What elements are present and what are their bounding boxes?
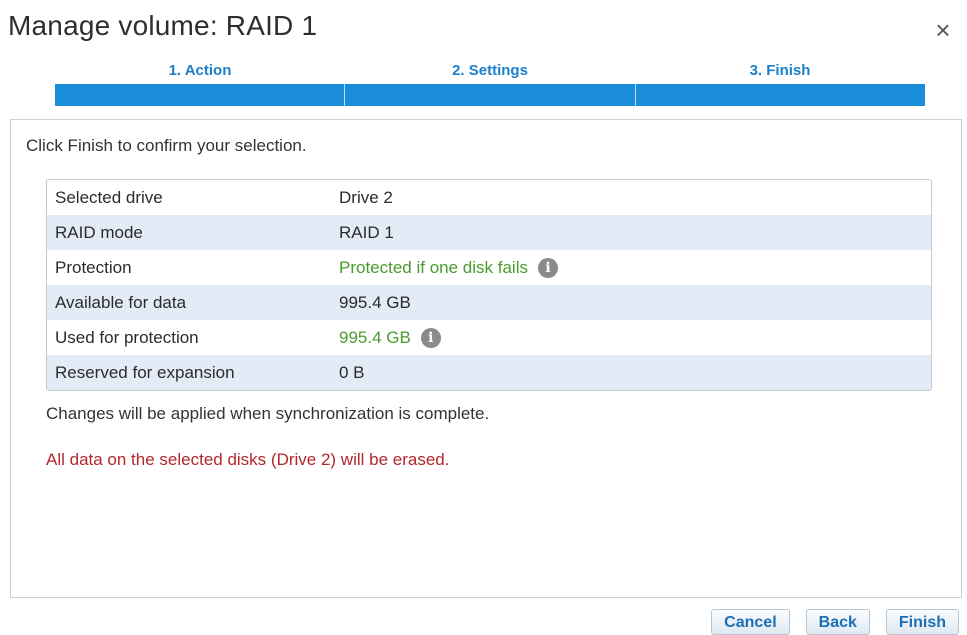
row-value-container: Protected if one disk fails i bbox=[339, 257, 558, 278]
row-label: Available for data bbox=[55, 292, 187, 312]
step-settings-label: 2. Settings bbox=[452, 62, 528, 79]
row-value-container: 995.4 GB i bbox=[339, 327, 441, 348]
step-finish-label: 3. Finish bbox=[749, 62, 811, 79]
step-action-progress bbox=[55, 84, 346, 106]
row-label: Used for protection bbox=[55, 327, 199, 347]
row-label: Selected drive bbox=[55, 187, 163, 207]
row-value: Drive 2 bbox=[339, 187, 393, 207]
table-row: Available for data 995.4 GB bbox=[47, 285, 931, 320]
cancel-button[interactable]: Cancel bbox=[711, 609, 790, 635]
erase-warning: All data on the selected disks (Drive 2)… bbox=[46, 450, 450, 469]
row-value: 995.4 GB bbox=[339, 327, 411, 347]
wizard-steps: 1. Action 2. Settings 3. Finish bbox=[55, 60, 925, 106]
content-panel: Click Finish to confirm your selection. … bbox=[10, 119, 962, 598]
table-row: Selected drive Drive 2 bbox=[47, 180, 931, 215]
table-row: RAID mode RAID 1 bbox=[47, 215, 931, 250]
info-icon[interactable]: i bbox=[537, 257, 558, 278]
summary-table: Selected drive Drive 2 RAID mode RAID 1 … bbox=[46, 179, 932, 391]
table-row: Reserved for expansion 0 B bbox=[47, 355, 931, 390]
row-value: RAID 1 bbox=[339, 222, 394, 242]
table-row: Used for protection 995.4 GB i bbox=[47, 320, 931, 355]
step-settings-progress bbox=[345, 84, 636, 106]
row-label: Reserved for expansion bbox=[55, 362, 235, 382]
info-icon[interactable]: i bbox=[420, 327, 441, 348]
button-bar: Cancel Back Finish bbox=[711, 609, 959, 635]
sync-note: Changes will be applied when synchroniza… bbox=[46, 404, 490, 423]
table-row: Protection Protected if one disk fails i bbox=[47, 250, 931, 285]
row-value: Protected if one disk fails bbox=[339, 257, 528, 277]
row-value: 0 B bbox=[339, 362, 365, 382]
row-label: RAID mode bbox=[55, 222, 143, 242]
intro-text: Click Finish to confirm your selection. bbox=[26, 136, 307, 155]
step-action-label: 1. Action bbox=[168, 62, 232, 79]
row-value: 995.4 GB bbox=[339, 292, 411, 312]
dialog-title: Manage volume: RAID 1 bbox=[8, 10, 318, 41]
finish-button[interactable]: Finish bbox=[885, 609, 959, 635]
back-button[interactable]: Back bbox=[805, 609, 870, 635]
row-label: Protection bbox=[55, 257, 132, 277]
step-finish-progress bbox=[635, 84, 925, 106]
close-icon[interactable]: × bbox=[931, 17, 955, 43]
manage-volume-dialog: Manage volume: RAID 1 × 1. Action 2. Set… bbox=[0, 0, 967, 635]
